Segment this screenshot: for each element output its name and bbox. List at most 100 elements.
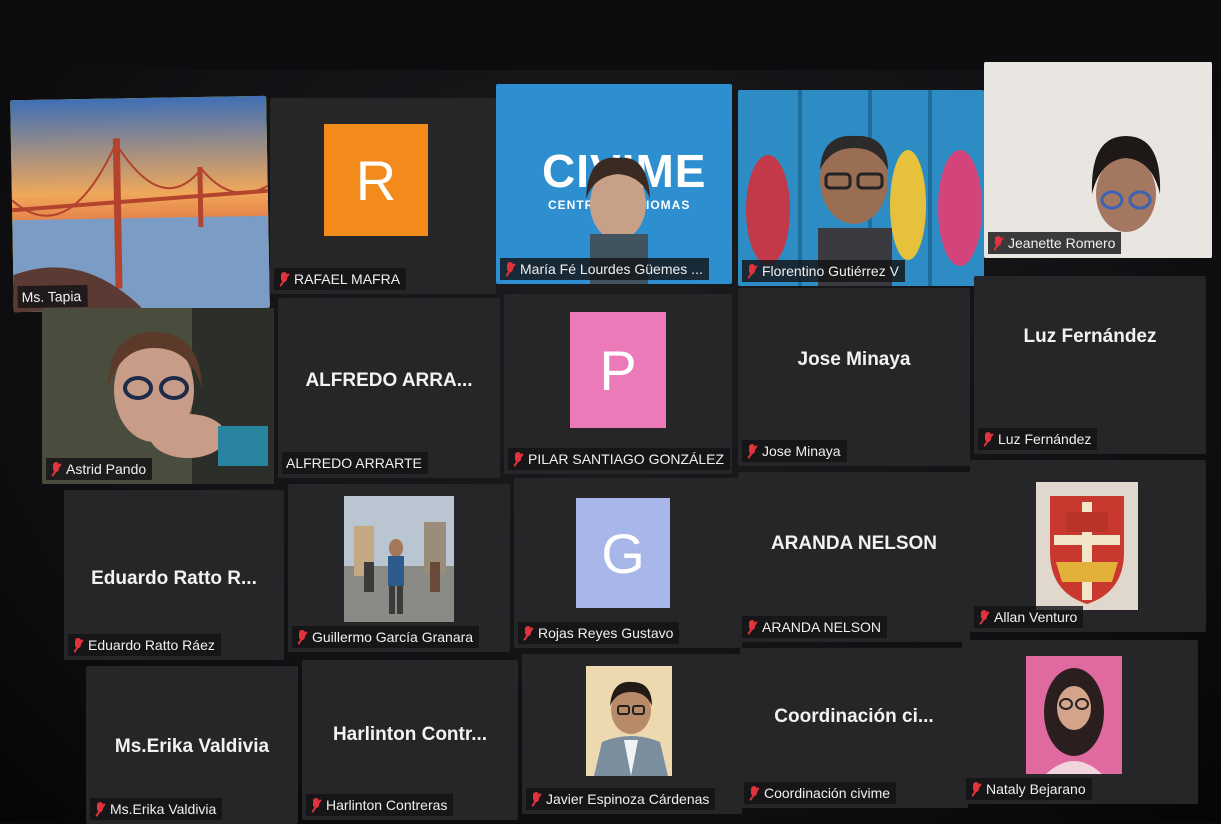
participant-tile-guillermo[interactable]: Guillermo García Granara — [288, 484, 510, 652]
participant-name: ARANDA NELSON — [762, 619, 882, 635]
participant-tile-ms-tapia[interactable]: Ms. Tapia — [10, 95, 270, 313]
participant-tile-rojas[interactable]: G Rojas Reyes Gustavo — [514, 478, 742, 648]
participant-name: Guillermo García Granara — [312, 629, 474, 645]
center-name: Coordinación ci... — [774, 705, 934, 727]
mic-off-icon — [72, 637, 84, 653]
mic-off-icon — [982, 431, 994, 447]
zoom-screen: Ms. Tapia R RAFAEL MAFRA CIVIME CENTRO D… — [0, 0, 1221, 824]
center-name: ALFREDO ARRA... — [305, 370, 473, 391]
participant-tile-rafael-mafra[interactable]: R RAFAEL MAFRA — [270, 98, 496, 294]
profile-photo — [344, 496, 454, 622]
nameplate: Ms.Erika Valdivia — [90, 798, 223, 820]
center-name: Harlinton Contr... — [332, 724, 488, 745]
participant-name: ALFREDO ARRARTE — [286, 455, 422, 471]
mic-off-icon — [296, 629, 308, 645]
nameplate: Florentino Gutiérrez V — [742, 260, 905, 282]
center-name: Eduardo Ratto R... — [91, 568, 257, 590]
nameplate: Allan Venturo — [974, 606, 1084, 628]
nameplate: ALFREDO ARRARTE — [282, 452, 428, 474]
participant-name: Astrid Pando — [66, 461, 147, 477]
nameplate: Javier Espinoza Cárdenas — [526, 788, 716, 810]
person-video — [586, 157, 650, 284]
avatar-initial: P — [599, 338, 637, 402]
mic-off-icon — [978, 609, 990, 625]
participant-tile-florentino[interactable]: Florentino Gutiérrez V — [738, 90, 984, 286]
participant-tile-allan[interactable]: Allan Venturo — [970, 460, 1206, 632]
nameplate: Jose Minaya — [742, 440, 847, 462]
mic-off-icon — [748, 785, 760, 801]
participant-tile-harlinton[interactable]: Harlinton Contr... Harlinton Contreras — [302, 660, 518, 820]
participant-tile-nataly[interactable]: Nataly Bejarano — [962, 640, 1198, 804]
mic-off-icon — [310, 797, 322, 813]
profile-photo — [1026, 656, 1122, 774]
participant-name: Eduardo Ratto Ráez — [88, 637, 215, 653]
participant-name: RAFAEL MAFRA — [294, 271, 401, 287]
participant-tile-eduardo[interactable]: Eduardo Ratto R... Eduardo Ratto Ráez — [64, 490, 284, 660]
participant-name: Javier Espinoza Cárdenas — [546, 791, 710, 807]
participant-name: PILAR SANTIAGO GONZÁLEZ — [528, 451, 725, 467]
center-name: Ms.Erika Valdivia — [114, 735, 270, 757]
nameplate: Nataly Bejarano — [966, 778, 1092, 800]
nameplate: Luz Fernández — [978, 428, 1098, 450]
golden-gate-background — [10, 95, 270, 313]
mic-off-icon — [746, 263, 758, 279]
mic-off-icon — [746, 443, 758, 459]
participant-name: Harlinton Contreras — [326, 797, 448, 813]
participant-tile-javier[interactable]: Javier Espinoza Cárdenas — [522, 654, 742, 814]
mic-off-icon — [94, 801, 106, 817]
participant-tile-aranda[interactable]: ARANDA NELSON ARANDA NELSON — [738, 472, 970, 642]
participant-name: Allan Venturo — [994, 609, 1078, 625]
nameplate: María Fé Lourdes Güemes ... — [500, 258, 709, 280]
mic-off-icon — [970, 781, 982, 797]
mic-off-icon — [522, 625, 534, 641]
mic-off-icon — [278, 271, 290, 287]
participant-tile-pilar[interactable]: P PILAR SANTIAGO GONZÁLEZ — [504, 294, 732, 474]
mic-off-icon — [530, 791, 542, 807]
participant-name: Coordinación civime — [764, 785, 891, 801]
participant-name: Ms.Erika Valdivia — [110, 801, 217, 817]
participant-tile-maria-fe[interactable]: CIVIME CENTRO DE IDIOMAS María Fé Lourde… — [496, 84, 732, 284]
nameplate: Coordinación civime — [744, 782, 897, 804]
participant-name: Nataly Bejarano — [986, 781, 1086, 797]
mic-off-icon — [504, 261, 516, 277]
person-video — [738, 90, 984, 286]
top-bar — [0, 0, 1221, 70]
participant-tile-astrid[interactable]: Astrid Pando — [42, 308, 274, 484]
participant-tile-alfredo[interactable]: ALFREDO ARRA... ALFREDO ARRARTE — [278, 298, 500, 478]
mic-off-icon — [50, 461, 62, 477]
participant-name: Luz Fernández — [998, 431, 1092, 447]
nameplate: RAFAEL MAFRA — [274, 268, 407, 290]
mic-off-icon — [512, 451, 524, 467]
gallery-grid: Ms. Tapia R RAFAEL MAFRA CIVIME CENTRO D… — [10, 62, 1212, 824]
profile-photo — [1036, 482, 1138, 610]
nameplate: Rojas Reyes Gustavo — [518, 622, 680, 644]
participant-name: Ms. Tapia — [21, 288, 82, 306]
avatar: G — [576, 498, 670, 608]
participant-tile-luz[interactable]: Luz Fernández Luz Fernández — [974, 276, 1206, 454]
center-name: Luz Fernández — [1023, 325, 1157, 347]
mic-off-icon — [992, 235, 1004, 251]
participant-name: Florentino Gutiérrez V — [762, 263, 899, 279]
participant-tile-coordinacion[interactable]: Coordinación ci... Coordinación civime — [740, 648, 968, 808]
participant-name: Jeanette Romero — [1008, 235, 1116, 251]
nameplate: Astrid Pando — [46, 458, 153, 480]
nameplate: PILAR SANTIAGO GONZÁLEZ — [508, 448, 731, 470]
nameplate: Harlinton Contreras — [306, 794, 454, 816]
avatar-initial: R — [355, 148, 397, 212]
participant-name: María Fé Lourdes Güemes ... — [520, 261, 703, 277]
person-video — [984, 62, 1212, 258]
participant-tile-erika[interactable]: Ms.Erika Valdivia Ms.Erika Valdivia — [86, 666, 298, 824]
participant-name: Jose Minaya — [762, 443, 841, 459]
participant-tile-jose[interactable]: Jose Minaya Jose Minaya — [738, 288, 970, 466]
center-name: Jose Minaya — [797, 348, 911, 370]
mic-off-icon — [746, 619, 758, 635]
profile-photo — [586, 666, 672, 776]
nameplate: Jeanette Romero — [988, 232, 1122, 254]
nameplate: Guillermo García Granara — [292, 626, 480, 648]
participant-name: Rojas Reyes Gustavo — [538, 625, 674, 641]
participant-tile-jeanette[interactable]: Jeanette Romero — [984, 62, 1212, 258]
center-name: ARANDA NELSON — [770, 533, 938, 555]
nameplate: ARANDA NELSON — [742, 616, 888, 638]
nameplate: Eduardo Ratto Ráez — [68, 634, 221, 656]
nameplate: Ms. Tapia — [17, 284, 88, 309]
